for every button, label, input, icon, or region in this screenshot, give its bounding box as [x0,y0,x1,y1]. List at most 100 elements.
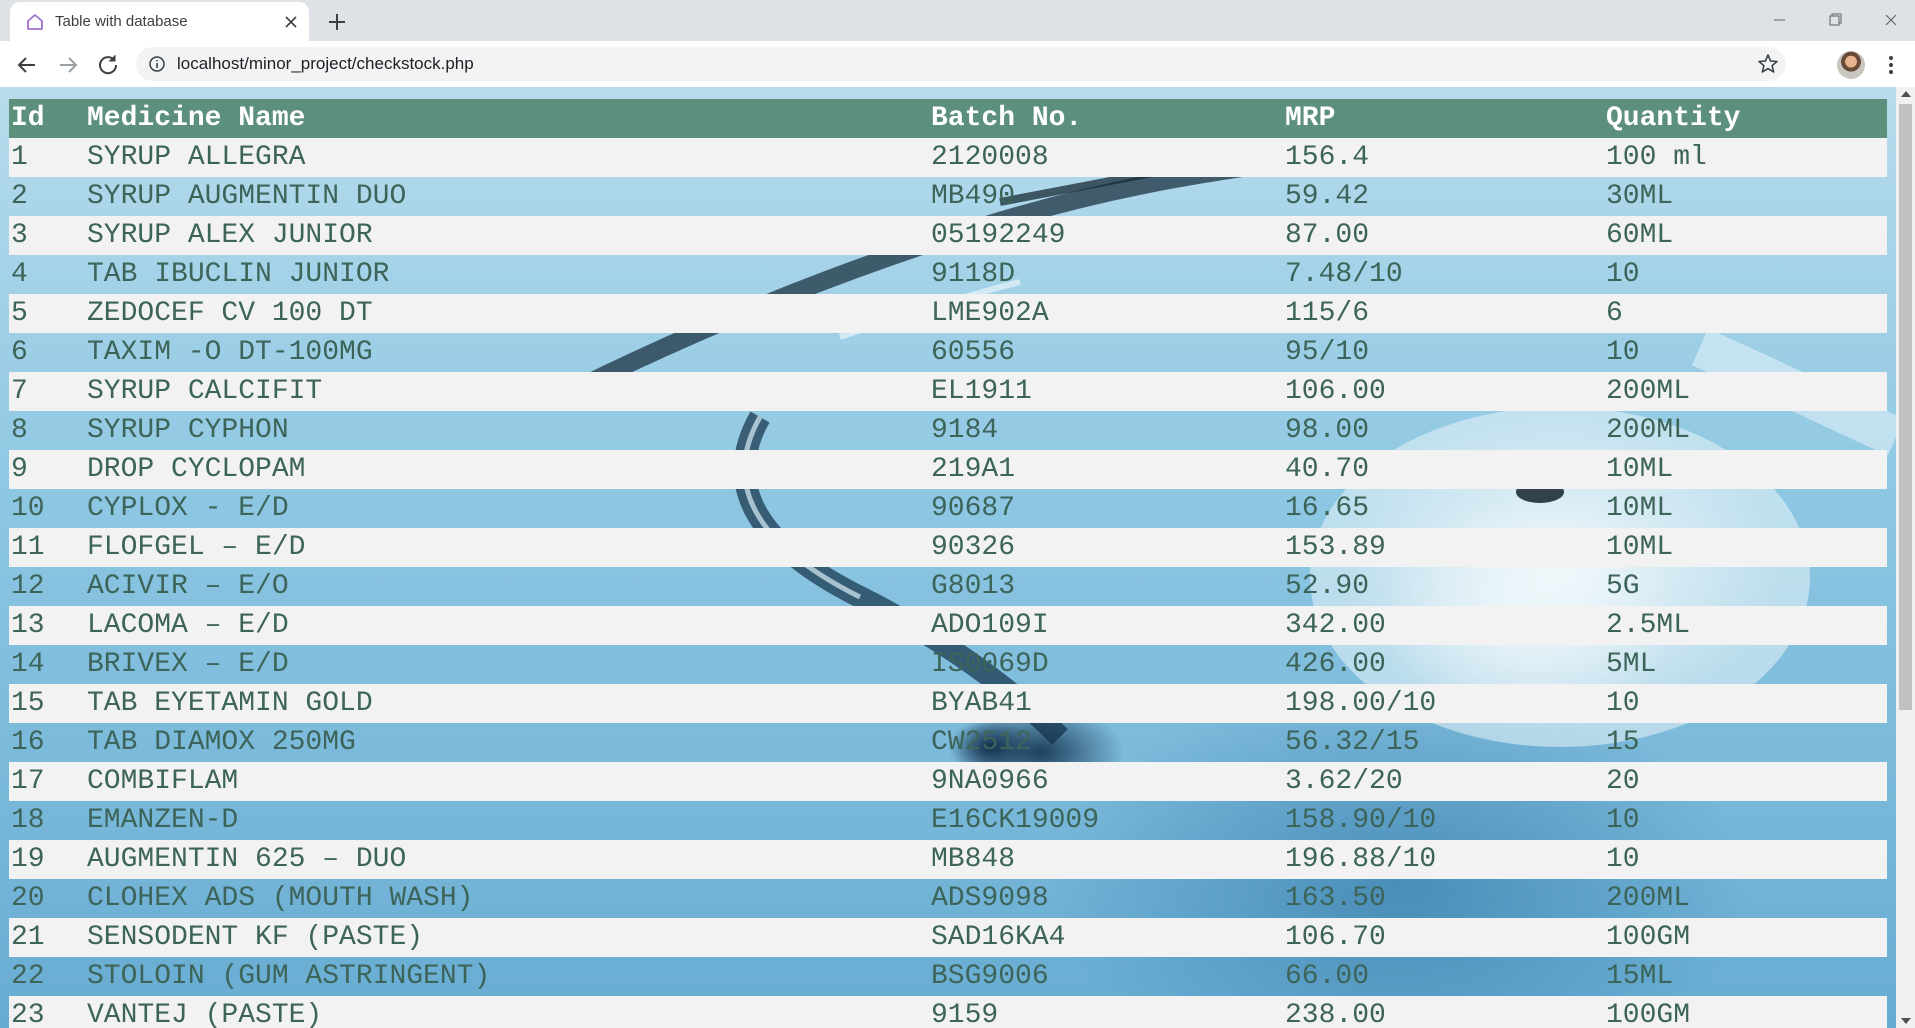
cell-batch-no: BYAB41 [929,684,1283,723]
table-row: 5 ZEDOCEF CV 100 DT LME902A 115/6 6 [9,294,1887,333]
browser-tab[interactable]: Table with database [10,2,309,41]
table-row: 23 VANTEJ (PASTE) 9159 238.00 100GM [9,996,1887,1028]
cell-medicine-name: COMBIFLAM [85,762,929,801]
table-row: 21 SENSODENT KF (PASTE) SAD16KA4 106.70 100G… [9,918,1887,957]
home-icon [27,14,43,30]
cell-medicine-name: VANTEJ (PASTE) [85,996,929,1028]
cell-quantity: 60ML [1604,216,1887,255]
cell-id: 17 [9,762,85,801]
cell-id: 8 [11,415,28,446]
cell-id: 11 [9,528,85,567]
cell-id: 16 [11,727,45,758]
cell-quantity: 200ML [1604,372,1887,411]
table-row: 7 SYRUP CALCIFIT EL1911 106.00 200ML [9,372,1887,411]
cell-medicine-name: CYPLOX - E/D [87,493,289,524]
cell-batch-no: 9NA0966 [929,762,1283,801]
forward-arrow-icon[interactable] [54,51,82,79]
cell-batch-no: 90326 [929,528,1283,567]
cell-medicine-name: DROP CYCLOPAM [85,450,929,489]
table-row: 6 TAXIM -O DT-100MG 60556 95/10 10 [9,333,1887,372]
cell-batch-no: MB848 [929,840,1283,879]
cell-mrp: 426.00 [1285,649,1386,680]
cell-medicine-name: SENSODENT KF (PASTE) [85,918,929,957]
cell-quantity: 100 ml [1604,138,1887,177]
cell-batch-no: G8013 [931,571,1016,602]
restore-icon[interactable] [1812,5,1858,35]
info-icon[interactable] [148,55,166,73]
cell-quantity: 10ML [1604,450,1887,489]
scrollbar-thumb[interactable] [1899,104,1912,710]
table-row: 14 BRIVEX – E/D IS0069D 426.00 5ML [9,645,1887,684]
cell-id: 5 [9,294,85,333]
cell-medicine-name: SYRUP AUGMENTIN DUO [87,181,407,212]
minimize-icon[interactable] [1756,5,1802,35]
cell-mrp: 156.4 [1283,138,1604,177]
cell-id: 22 [11,961,45,992]
profile-avatar[interactable] [1837,51,1865,79]
table-row: 10 CYPLOX - E/D 90687 16.65 10ML [9,489,1887,528]
cell-id: 2 [11,181,28,212]
table-row: 13 LACOMA – E/D ADO109I 342.00 2.5ML [9,606,1887,645]
url-text[interactable]: localhost/minor_project/checkstock.php [177,47,474,81]
cell-id: 3 [9,216,85,255]
close-window-icon[interactable] [1868,5,1914,35]
back-arrow-icon[interactable] [13,51,41,79]
cell-batch-no: 90687 [931,493,1016,524]
cell-medicine-name: STOLOIN (GUM ASTRINGENT) [87,961,491,992]
cell-mrp: 106.70 [1283,918,1604,957]
scroll-up-arrow-icon[interactable] [1901,91,1911,97]
vertical-scrollbar[interactable] [1896,87,1915,1028]
column-header-medicine-name: Medicine Name [85,99,929,138]
table-header-row: Id Medicine Name Batch No. MRP Quantity [9,99,1887,138]
cell-batch-no: IS0069D [931,649,1049,680]
cell-quantity: 10ML [1606,493,1674,524]
cell-id: 4 [11,259,28,290]
cell-quantity: 2.5ML [1604,606,1887,645]
cell-medicine-name: TAB DIAMOX 250MG [87,727,356,758]
browser-toolbar: localhost/minor_project/checkstock.php [0,41,1915,87]
column-header-batch-no: Batch No. [929,99,1283,138]
cell-id: 10 [11,493,45,524]
more-menu-icon[interactable] [1881,51,1901,79]
cell-quantity: 10 [1604,684,1887,723]
cell-id: 1 [9,138,85,177]
cell-batch-no: 9159 [929,996,1283,1028]
cell-quantity: 10 [1606,259,1640,290]
new-tab-icon[interactable] [324,9,350,35]
scroll-down-arrow-icon[interactable] [1901,1018,1911,1024]
cell-batch-no: 9118D [931,259,1016,290]
cell-mrp: 153.89 [1283,528,1604,567]
cell-id: 9 [9,450,85,489]
cell-medicine-name: TAB IBUCLIN JUNIOR [87,259,390,290]
cell-id: 20 [11,883,45,914]
cell-id: 7 [9,372,85,411]
cell-mrp: 16.65 [1285,493,1370,524]
table-row: 2 SYRUP AUGMENTIN DUO MB490 59.42 30ML [9,177,1887,216]
close-tab-icon[interactable] [280,11,302,33]
cell-id: 12 [11,571,45,602]
cell-mrp: 98.00 [1285,415,1370,446]
cell-quantity: 5ML [1606,649,1657,680]
cell-quantity: 200ML [1606,415,1691,446]
address-bar[interactable]: localhost/minor_project/checkstock.php [136,47,1786,81]
cell-id: 15 [9,684,85,723]
cell-medicine-name: SYRUP ALEX JUNIOR [85,216,929,255]
table-row: 3 SYRUP ALEX JUNIOR 05192249 87.00 60ML [9,216,1887,255]
cell-mrp: 59.42 [1285,181,1370,212]
cell-medicine-name: FLOFGEL – E/D [85,528,929,567]
medicine-stock-table: Id Medicine Name Batch No. MRP Quantity … [9,99,1887,1028]
cell-quantity: 100GM [1604,996,1887,1028]
bookmark-star-icon[interactable] [1755,51,1781,77]
cell-batch-no: 219A1 [929,450,1283,489]
cell-batch-no: CW2512 [931,727,1032,758]
table-row: 8 SYRUP CYPHON 9184 98.00 200ML [9,411,1887,450]
cell-id: 14 [11,649,45,680]
table-row: 4 TAB IBUCLIN JUNIOR 9118D 7.48/10 10 [9,255,1887,294]
table-row: 22 STOLOIN (GUM ASTRINGENT) BSG9006 66.00 15… [9,957,1887,996]
cell-id: 23 [9,996,85,1028]
cell-mrp: 342.00 [1283,606,1604,645]
table-row: 16 TAB DIAMOX 250MG CW2512 56.32/15 15 [9,723,1887,762]
cell-quantity: 200ML [1606,883,1691,914]
cell-medicine-name: SYRUP CALCIFIT [85,372,929,411]
reload-icon[interactable] [94,51,122,79]
